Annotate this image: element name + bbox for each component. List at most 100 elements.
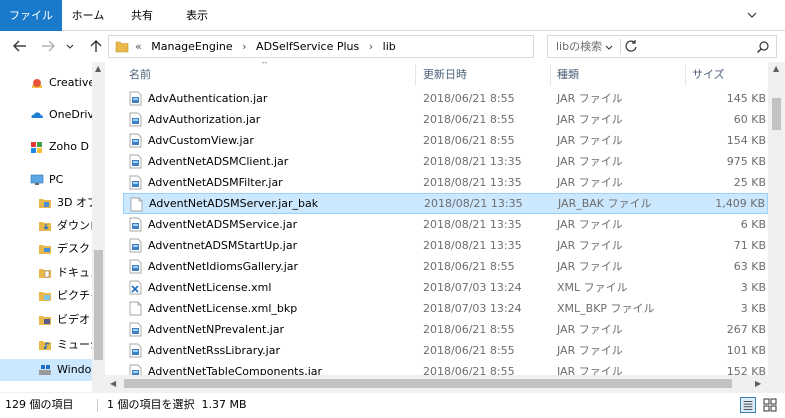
file-type: JAR_BAK ファイル: [558, 197, 652, 210]
nav-item-creative-cloud[interactable]: Creative: [0, 72, 92, 94]
nav-item-3d-objects[interactable]: 3D オブ: [0, 192, 92, 214]
blank-file-icon: [130, 197, 143, 212]
creative-cloud-icon: [32, 79, 42, 88]
forward-arrow-icon[interactable]: [40, 38, 56, 54]
back-arrow-icon[interactable]: [12, 38, 28, 54]
scroll-left-arrow-icon[interactable]: ◀: [110, 379, 116, 388]
breadcrumb-adselfservice-plus[interactable]: ADSelfService Plus: [256, 40, 359, 53]
file-date: 2018/07/03 13:24: [423, 302, 522, 315]
scroll-right-arrow-icon[interactable]: ▶: [755, 379, 761, 388]
file-row[interactable]: AdventNetNPrevalent.jar 2018/06/21 8:55 JA…: [123, 319, 768, 340]
breadcrumb-separator[interactable]: ›: [369, 40, 373, 53]
tab-file[interactable]: ファイル: [0, 0, 62, 31]
windows-drive-icon: [39, 365, 51, 375]
status-divider: [97, 399, 98, 412]
file-row[interactable]: AdventNetRssLibrary.jar 2018/06/21 8:55 JA…: [123, 340, 768, 361]
file-date: 2018/06/21 8:55: [423, 92, 515, 105]
file-name: AdvAuthentication.jar: [148, 92, 268, 105]
large-icons-view-icon[interactable]: [762, 397, 778, 413]
column-divider[interactable]: [550, 64, 551, 86]
column-divider[interactable]: [685, 64, 686, 86]
tab-share[interactable]: 共有: [114, 0, 170, 31]
file-date: 2018/06/21 8:55: [423, 113, 515, 126]
file-row[interactable]: AdvAuthorization.jar 2018/06/21 8:55 JAR フ…: [123, 109, 768, 130]
file-type: XML ファイル: [557, 281, 628, 294]
recent-locations-chevron-icon[interactable]: [64, 38, 76, 54]
file-size: 60 KB: [733, 113, 766, 126]
file-row[interactable]: AdventNetADSMService.jar 2018/08/21 13:35…: [123, 214, 768, 235]
jar-file-icon: [129, 112, 142, 127]
file-name: AdventNetRssLibrary.jar: [148, 344, 280, 357]
nav-item-pc[interactable]: PC: [0, 169, 92, 191]
nav-item-music[interactable]: ミュージ: [0, 334, 92, 356]
file-date: 2018/08/21 13:35: [424, 197, 523, 210]
scrollbar-thumb[interactable]: [94, 250, 103, 360]
file-row[interactable]: AdventnetADSMStartUp.jar 2018/08/21 13:35…: [123, 235, 768, 256]
scrollbar-thumb[interactable]: [772, 98, 781, 130]
file-type: XML_BKP ファイル: [557, 302, 655, 315]
scrollbar-thumb[interactable]: [124, 379, 732, 388]
file-date: 2018/06/21 8:55: [423, 260, 515, 273]
file-type: JAR ファイル: [557, 113, 623, 126]
nav-item-onedrive[interactable]: OneDriv: [0, 104, 92, 126]
file-type: JAR ファイル: [557, 218, 623, 231]
address-bar[interactable]: « ManageEngine › ADSelfService Plus › li…: [108, 35, 637, 58]
blank-file-icon: [129, 301, 142, 316]
file-row[interactable]: AdventNetLicense.xml 2018/07/03 13:24 XML …: [123, 277, 768, 298]
nav-item-videos[interactable]: ビデオ: [0, 309, 92, 331]
breadcrumb-overflow[interactable]: «: [135, 40, 142, 53]
jar-file-icon: [129, 175, 142, 190]
jar-file-icon: [129, 238, 142, 253]
file-row[interactable]: AdventNetADSMFilter.jar 2018/08/21 13:35 J…: [123, 172, 768, 193]
nav-item-pictures[interactable]: ピクチャ: [0, 285, 92, 307]
file-row[interactable]: AdvCustomView.jar 2018/06/21 8:55 JAR ファイル…: [123, 130, 768, 151]
ribbon-expand-icon[interactable]: [745, 8, 759, 22]
file-size: 145 KB: [726, 92, 766, 105]
jar-file-icon: [129, 133, 142, 148]
navigation-pane-scrollbar[interactable]: ▲: [92, 62, 105, 392]
file-size: 25 KB: [733, 176, 766, 189]
nav-item-downloads[interactable]: ダウンロ: [0, 215, 92, 237]
nav-item-zoho-docs[interactable]: Zoho D: [0, 136, 92, 158]
file-size: 975 KB: [726, 155, 766, 168]
search-icon[interactable]: [756, 40, 770, 54]
column-date[interactable]: 更新日時: [423, 62, 467, 88]
column-size[interactable]: サイズ: [692, 62, 725, 88]
nav-item-desktop[interactable]: デスクト: [0, 238, 92, 260]
file-type: JAR ファイル: [557, 344, 623, 357]
scroll-up-arrow-icon[interactable]: ▲: [95, 64, 101, 73]
tab-home[interactable]: ホーム: [62, 0, 114, 31]
file-list-horizontal-scrollbar[interactable]: ◀ ▶: [105, 375, 768, 392]
file-row[interactable]: AdvAuthentication.jar 2018/06/21 8:55 JAR …: [123, 88, 768, 109]
details-view-icon[interactable]: [740, 397, 756, 413]
search-box[interactable]: libの検索: [547, 35, 777, 58]
nav-item-documents[interactable]: ドキュメ: [0, 262, 92, 284]
breadcrumb-manageengine[interactable]: ManageEngine: [151, 40, 232, 53]
file-date: 2018/08/21 13:35: [423, 155, 522, 168]
column-name[interactable]: 名前: [129, 62, 151, 88]
breadcrumb-lib[interactable]: lib: [383, 40, 396, 53]
file-row[interactable]: AdventNetIdiomsGallery.jar 2018/06/21 8:5…: [123, 256, 768, 277]
file-name: AdventNetADSMServer.jar_bak: [149, 197, 319, 210]
scroll-up-arrow-icon[interactable]: ▲: [773, 64, 779, 73]
file-date: 2018/08/21 13:35: [423, 239, 522, 252]
file-row[interactable]: AdventNetLicense.xml_bkp 2018/07/03 13:24…: [123, 298, 768, 319]
xml-file-icon: [129, 280, 142, 295]
column-divider[interactable]: [415, 64, 416, 86]
file-size: 1,409 KB: [715, 197, 765, 210]
file-date: 2018/08/21 13:35: [423, 176, 522, 189]
column-type[interactable]: 種類: [557, 62, 579, 88]
file-date: 2018/08/21 13:35: [423, 218, 522, 231]
jar-file-icon: [129, 322, 142, 337]
file-name: AdventNetIdiomsGallery.jar: [148, 260, 299, 273]
file-row[interactable]: AdventNetADSMServer.jar_bak 2018/08/21 13…: [123, 193, 768, 214]
breadcrumb-separator[interactable]: ›: [242, 40, 246, 53]
nav-item-windows-drive[interactable]: Windo: [0, 359, 92, 381]
tab-view[interactable]: 表示: [170, 0, 224, 31]
file-name: AdventnetADSMStartUp.jar: [148, 239, 298, 252]
documents-folder-icon: [39, 269, 51, 278]
file-list-vertical-scrollbar[interactable]: ▲: [768, 62, 785, 392]
file-row[interactable]: AdventNetADSMClient.jar 2018/08/21 13:35 J…: [123, 151, 768, 172]
file-size: 3 KB: [740, 302, 766, 315]
up-arrow-icon[interactable]: [88, 38, 104, 54]
